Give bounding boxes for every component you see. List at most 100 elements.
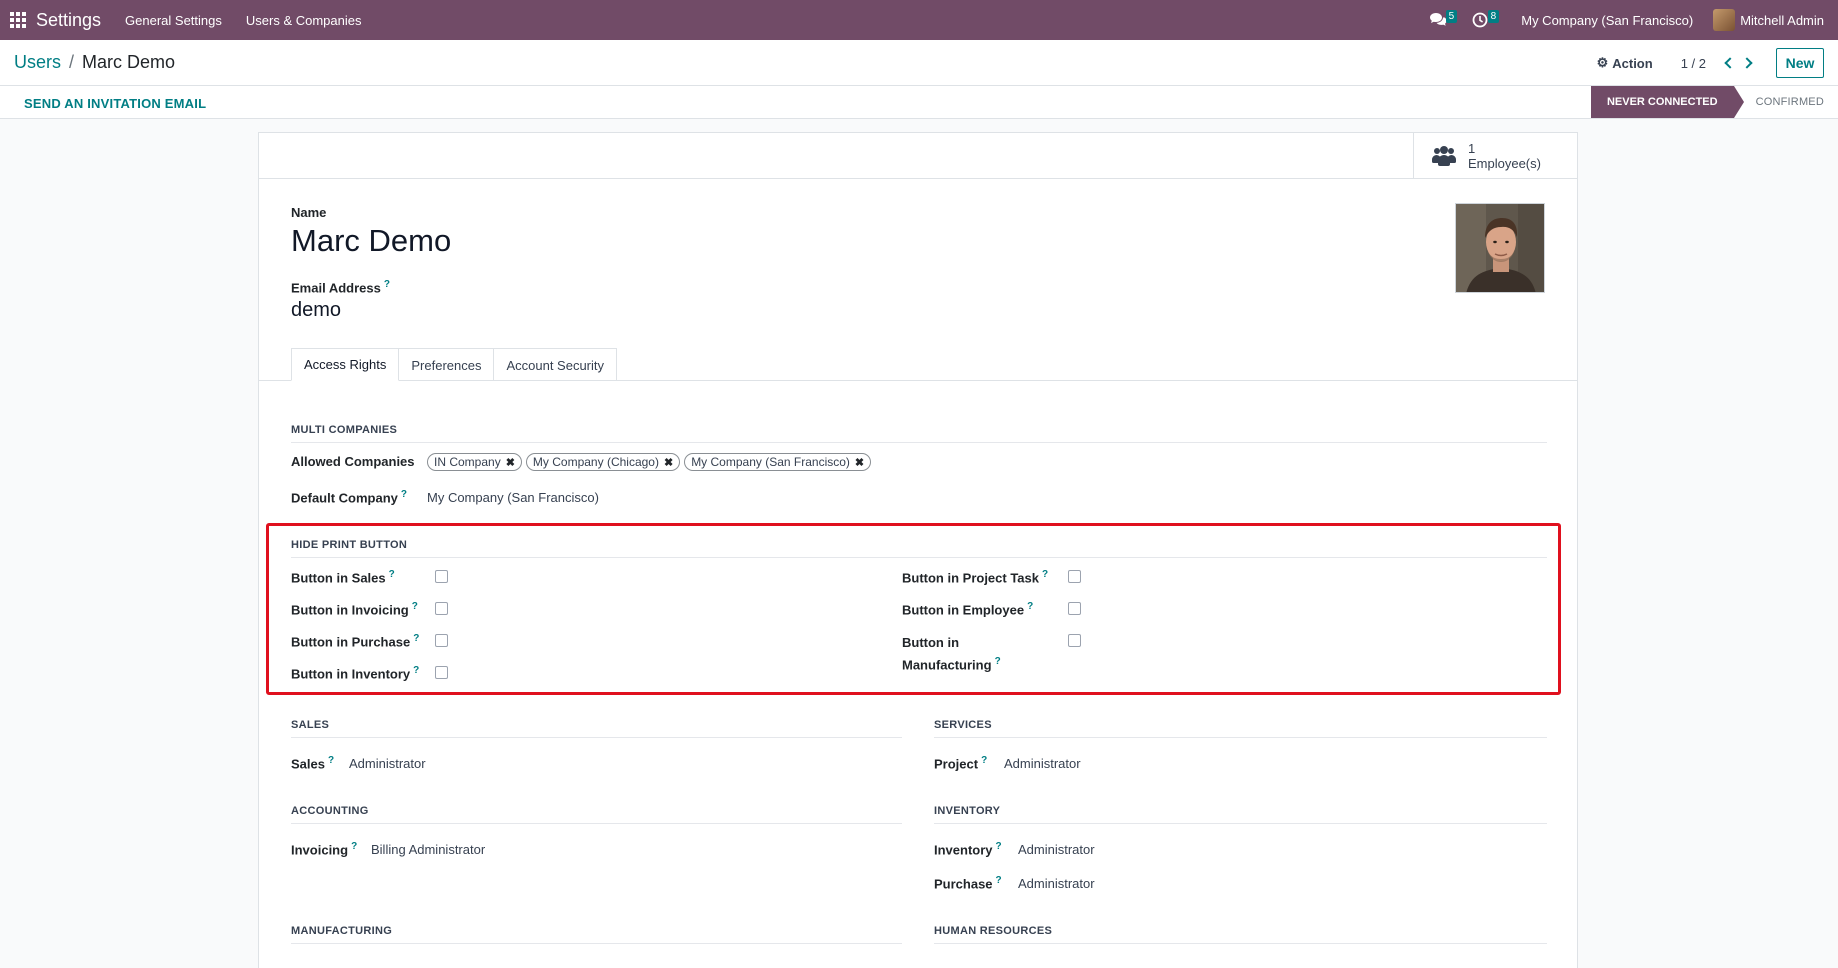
employees-smart-button[interactable]: 1 Employee(s) <box>1413 133 1577 178</box>
messages-count-badge: 5 <box>1445 10 1458 23</box>
inventory-access-select[interactable]: Administrator <box>1018 842 1095 857</box>
multi-companies-title: MULTI COMPANIES <box>291 424 1547 443</box>
button-in-sales-label: Button in Sales? <box>291 569 395 585</box>
form-sheet: 1 Employee(s) Name Marc Demo Email Addre… <box>258 132 1578 968</box>
help-tooltip-icon[interactable]: ? <box>401 489 407 500</box>
name-label: Name <box>291 205 327 220</box>
pager-previous-button[interactable] <box>1718 51 1738 75</box>
project-access-select[interactable]: Administrator <box>1004 756 1081 771</box>
user-menu[interactable]: Mitchell Admin <box>1713 9 1824 31</box>
user-name: Mitchell Admin <box>1740 12 1824 28</box>
button-in-invoicing-label: Button in Invoicing? <box>291 601 418 617</box>
button-in-invoicing-text: Button in Invoicing <box>291 602 409 618</box>
project-label-text: Project <box>934 756 979 772</box>
help-tooltip-icon[interactable]: ? <box>995 656 1001 667</box>
button-in-invoicing-checkbox[interactable] <box>435 602 448 615</box>
user-photo[interactable] <box>1455 203 1545 293</box>
button-in-manufacturing-checkbox[interactable] <box>1068 634 1081 647</box>
breadcrumb-separator: / <box>69 52 75 72</box>
name-field[interactable]: Marc Demo <box>291 223 451 259</box>
chevron-left-icon <box>1723 57 1736 69</box>
invoicing-access-select[interactable]: Billing Administrator <box>371 842 485 857</box>
notebook-tabs: Access Rights Preferences Account Securi… <box>291 348 618 381</box>
tabs-divider <box>259 380 1577 381</box>
button-in-project-task-text: Button in Project Task <box>902 570 1039 586</box>
default-company-label-text: Default Company <box>291 490 398 506</box>
breadcrumb-users-link[interactable]: Users <box>14 52 61 73</box>
pager-next-button[interactable] <box>1738 51 1758 75</box>
tab-account-security[interactable]: Account Security <box>493 348 618 381</box>
button-in-inventory-checkbox[interactable] <box>435 666 448 679</box>
send-invitation-email-button[interactable]: SEND AN INVITATION EMAIL <box>24 96 206 111</box>
stage-never-connected[interactable]: NEVER CONNECTED <box>1590 86 1744 118</box>
allowed-companies-label: Allowed Companies <box>291 454 415 469</box>
purchase-label: Purchase? <box>934 875 1002 891</box>
human-resources-section-title: HUMAN RESOURCES <box>934 925 1547 944</box>
services-section-title: SERVICES <box>934 719 1547 738</box>
user-avatar <box>1713 9 1736 31</box>
default-company-field[interactable]: My Company (San Francisco) <box>427 490 599 505</box>
status-stages: NEVER CONNECTED CONFIRMED <box>1590 86 1838 118</box>
menu-general-settings[interactable]: General Settings <box>125 13 222 28</box>
remove-tag-icon[interactable]: ✖ <box>506 456 515 469</box>
sales-access-select[interactable]: Administrator <box>349 756 426 771</box>
remove-tag-icon[interactable]: ✖ <box>855 456 864 469</box>
help-tooltip-icon[interactable]: ? <box>412 601 418 612</box>
breadcrumb-current: Marc Demo <box>82 52 176 72</box>
stage-confirmed[interactable]: CONFIRMED <box>1734 86 1838 118</box>
default-company-label: Default Company? <box>291 489 407 505</box>
app-title[interactable]: Settings <box>36 10 101 31</box>
allowed-companies-tags[interactable]: IN Company ✖ My Company (Chicago) ✖ My Com… <box>427 453 875 471</box>
tab-preferences[interactable]: Preferences <box>398 348 495 381</box>
email-field[interactable]: demo <box>291 299 341 322</box>
help-tooltip-icon[interactable]: ? <box>996 875 1002 886</box>
help-tooltip-icon[interactable]: ? <box>389 569 395 580</box>
activities-clock-icon[interactable]: 8 <box>1467 8 1500 32</box>
help-tooltip-icon[interactable]: ? <box>1042 569 1048 580</box>
inventory-label: Inventory? <box>934 841 1002 857</box>
hide-print-button-title: HIDE PRINT BUTTON <box>291 539 1547 558</box>
button-in-project-task-checkbox[interactable] <box>1068 570 1081 583</box>
help-tooltip-icon[interactable]: ? <box>413 633 419 644</box>
top-navbar: Settings General Settings Users & Compan… <box>0 0 1838 40</box>
help-tooltip-icon[interactable]: ? <box>328 755 334 766</box>
help-tooltip-icon[interactable]: ? <box>981 755 987 766</box>
sales-section-title: SALES <box>291 719 902 738</box>
inventory-label-text: Inventory <box>934 842 993 858</box>
help-tooltip-icon[interactable]: ? <box>351 841 357 852</box>
button-in-purchase-label: Button in Purchase? <box>291 633 419 649</box>
tab-access-rights[interactable]: Access Rights <box>291 348 400 381</box>
button-in-manufacturing-text-line1: Button in <box>902 635 960 650</box>
help-tooltip-icon[interactable]: ? <box>1027 601 1033 612</box>
company-tag: My Company (San Francisco) ✖ <box>684 453 872 471</box>
gear-icon: ⚙ <box>1596 55 1609 70</box>
chevron-right-icon <box>1740 57 1753 69</box>
button-in-inventory-label: Button in Inventory? <box>291 665 419 681</box>
inventory-section-title: INVENTORY <box>934 805 1547 824</box>
action-menu-button[interactable]: ⚙ Action <box>1597 55 1653 71</box>
button-in-purchase-checkbox[interactable] <box>435 634 448 647</box>
purchase-access-select[interactable]: Administrator <box>1018 876 1095 891</box>
sales-label-text: Sales <box>291 756 325 772</box>
menu-users-companies[interactable]: Users & Companies <box>246 13 362 28</box>
employee-label: Employee(s) <box>1468 155 1541 171</box>
apps-menu-icon[interactable] <box>10 12 26 28</box>
button-in-inventory-text: Button in Inventory <box>291 666 411 682</box>
button-in-sales-checkbox[interactable] <box>435 570 448 583</box>
help-tooltip-icon[interactable]: ? <box>384 279 390 290</box>
button-in-manufacturing-text-line2: Manufacturing <box>902 657 992 673</box>
accounting-section-title: ACCOUNTING <box>291 805 902 824</box>
manufacturing-section-title: MANUFACTURING <box>291 925 902 944</box>
help-tooltip-icon[interactable]: ? <box>413 665 419 676</box>
remove-tag-icon[interactable]: ✖ <box>664 456 673 469</box>
button-in-employee-label: Button in Employee? <box>902 601 1033 617</box>
new-record-button[interactable]: New <box>1776 48 1824 78</box>
employee-count: 1 <box>1468 140 1476 156</box>
company-switcher[interactable]: My Company (San Francisco) <box>1521 13 1693 28</box>
messages-icon[interactable]: 5 <box>1425 8 1458 32</box>
button-in-employee-checkbox[interactable] <box>1068 602 1081 615</box>
activities-count-badge: 8 <box>1487 10 1500 23</box>
help-tooltip-icon[interactable]: ? <box>996 841 1002 852</box>
pager-value[interactable]: 1 / 2 <box>1681 56 1706 71</box>
invoicing-label-text: Invoicing <box>291 842 349 858</box>
